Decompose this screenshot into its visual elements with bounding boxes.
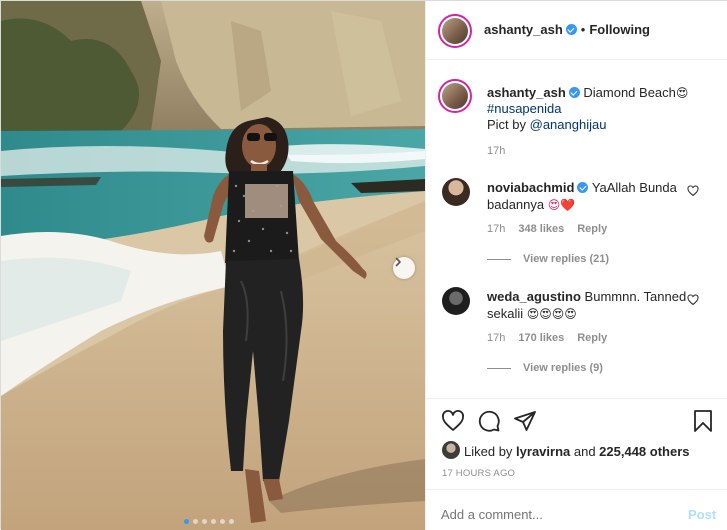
commenter-avatar[interactable] <box>442 178 470 206</box>
caption-author-avatar[interactable] <box>438 79 472 113</box>
verified-badge-icon <box>568 87 580 98</box>
comment-time[interactable]: 17h <box>487 332 505 344</box>
comment-username[interactable]: weda_agustino <box>487 289 581 304</box>
comment-like-heart-icon[interactable] <box>687 294 699 306</box>
comment-emoji: 😍❤️ <box>547 198 576 212</box>
comment-text: Bummnn. Tanned <box>584 289 687 304</box>
following-button[interactable]: Following <box>589 22 650 37</box>
comment-time[interactable]: 17h <box>487 223 505 235</box>
carousel-dot <box>220 519 225 524</box>
caption-time[interactable]: 17h <box>487 145 505 157</box>
beach-photo-illustration <box>1 1 425 530</box>
carousel-next-button[interactable] <box>393 257 415 279</box>
comment-text-cont: badannya <box>487 197 545 212</box>
caption: ashanty_ash Diamond Beach😍 #nusapenida P… <box>487 85 719 133</box>
divider <box>426 398 727 399</box>
caption-emoji: 😍 <box>675 86 689 100</box>
divider <box>426 489 727 490</box>
liked-by: Liked by lyravirna and 225,448 others <box>464 444 690 459</box>
paper-plane-icon[interactable] <box>513 409 537 433</box>
carousel-dot <box>202 519 207 524</box>
liked-by-middle: and <box>570 444 600 459</box>
carousel-dot <box>184 519 189 524</box>
comment: noviabachmid YaAllah Bunda badannya 😍❤️ <box>487 179 687 214</box>
comment: weda_agustino Bummnn. Tanned sekalii 😍😍😍… <box>487 288 687 323</box>
comment-meta: 17h 348 likes Reply <box>487 223 620 235</box>
likes-count[interactable]: 225,448 others <box>599 444 689 459</box>
post-timestamp[interactable]: 17 HOURS AGO <box>442 468 515 479</box>
credit-prefix: Pict by <box>487 117 530 132</box>
carousel-dots <box>184 519 234 524</box>
comment-emoji: 😍😍😍😍 <box>526 307 577 321</box>
header-title-row: ashanty_ash • Following <box>484 22 650 37</box>
chevron-right-icon <box>395 257 401 267</box>
comment-likes[interactable]: 170 likes <box>518 332 564 344</box>
view-replies-label: View replies (21) <box>523 253 610 265</box>
comment-likes[interactable]: 348 likes <box>518 223 564 235</box>
heart-icon[interactable] <box>441 409 465 433</box>
comment-meta: 17h 170 likes Reply <box>487 332 620 344</box>
view-replies-button[interactable]: View replies (9) <box>487 362 603 374</box>
comment-input[interactable] <box>441 507 671 522</box>
liked-by-prefix: Liked by <box>464 444 517 459</box>
comment-text-cont: sekalii <box>487 306 524 321</box>
comment-icon[interactable] <box>477 409 501 433</box>
caption-author-username[interactable]: ashanty_ash <box>487 85 566 100</box>
verified-badge-icon <box>565 24 577 35</box>
post-header: ashanty_ash • Following <box>426 1 727 60</box>
comment-like-heart-icon[interactable] <box>687 185 699 197</box>
carousel-dot <box>193 519 198 524</box>
comment-text: YaAllah Bunda <box>591 180 677 195</box>
separator-dot: • <box>580 22 586 37</box>
author-username[interactable]: ashanty_ash <box>484 22 563 37</box>
verified-badge-icon <box>577 182 589 193</box>
author-avatar[interactable] <box>438 14 472 48</box>
liker-username[interactable]: lyravirna <box>516 444 570 459</box>
post-modal: ashanty_ash • Following ashanty_ash Diamon… <box>0 0 727 530</box>
reply-button[interactable]: Reply <box>577 332 607 344</box>
post-comment-button[interactable]: Post <box>688 507 716 522</box>
post-photo[interactable] <box>1 1 425 530</box>
carousel-dot <box>229 519 234 524</box>
bookmark-icon[interactable] <box>692 409 714 433</box>
carousel-dot <box>211 519 216 524</box>
comment-username[interactable]: noviabachmid <box>487 180 574 195</box>
view-replies-button[interactable]: View replies (21) <box>487 253 609 265</box>
commenter-avatar[interactable] <box>442 287 470 315</box>
post-sidebar: ashanty_ash • Following ashanty_ash Diamon… <box>425 1 727 530</box>
view-replies-label: View replies (9) <box>523 362 603 374</box>
reply-button[interactable]: Reply <box>577 223 607 235</box>
caption-text: Diamond Beach <box>583 85 676 100</box>
liker-avatar[interactable] <box>442 441 460 459</box>
hashtag-link[interactable]: #nusapenida <box>487 101 561 116</box>
mention-link[interactable]: @ananghijau <box>530 117 607 132</box>
